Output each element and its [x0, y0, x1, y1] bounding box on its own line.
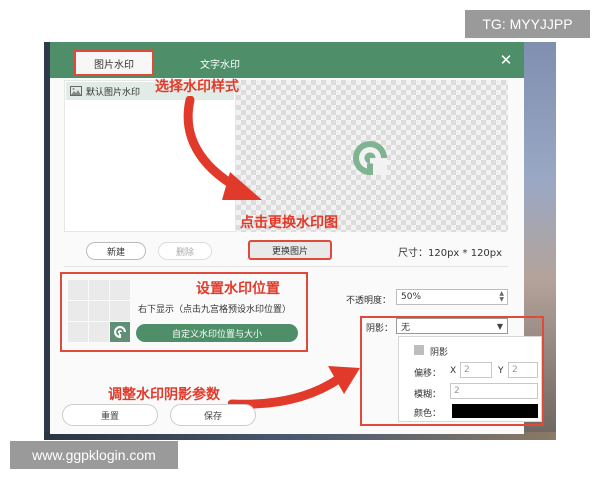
annotation-adjust-shadow: 调整水印阴影参数 [108, 387, 220, 403]
new-button[interactable]: 新建 [86, 242, 146, 260]
grid-cell[interactable] [110, 280, 130, 300]
overlay-telegram-label: TG: MYYJJPP [465, 10, 590, 38]
offset-y-value: 2 [512, 365, 518, 375]
watermark-logo-icon [353, 141, 387, 175]
annotation-arrow-icon [183, 96, 262, 200]
blur-label: 模糊： [414, 390, 442, 400]
offset-x-value: 2 [464, 365, 470, 375]
annotation-replace-image: 点击更换水印图 [240, 215, 338, 231]
watermark-logo-icon [114, 326, 126, 338]
grid-cell[interactable] [89, 280, 109, 300]
opacity-label: 不透明度： [346, 296, 392, 306]
offset-y-label: Y [498, 366, 504, 376]
close-icon[interactable]: ✕ [496, 50, 516, 70]
reset-button[interactable]: 重置 [62, 404, 158, 426]
grid-cell[interactable] [110, 301, 130, 321]
divider [64, 266, 508, 267]
grid-cell[interactable] [89, 322, 109, 342]
position-description: 右下显示（点击九宫格预设水印位置） [138, 305, 292, 315]
offset-label: 偏移： [414, 369, 442, 379]
overlay-site-label: www.ggpklogin.com [10, 441, 178, 469]
grid-cell-selected[interactable] [110, 322, 130, 342]
image-icon [70, 86, 82, 96]
color-label: 颜色： [414, 409, 442, 419]
spinner-icon[interactable]: ▲ ▼ [499, 291, 504, 303]
shadow-label: 阴影： [366, 324, 394, 334]
shadow-checkbox[interactable] [414, 345, 424, 355]
shadow-color-swatch[interactable] [452, 404, 538, 418]
offset-x-label: X [450, 366, 457, 376]
blur-input[interactable]: 2 [450, 383, 538, 399]
tab-text-watermark[interactable]: 文字水印 [180, 52, 260, 74]
opacity-field[interactable]: 50% ▲ ▼ [396, 289, 508, 305]
grid-cell[interactable] [68, 322, 88, 342]
shadow-select-value: 无 [401, 322, 411, 333]
save-button[interactable]: 保存 [170, 404, 256, 426]
annotation-select-style: 选择水印样式 [155, 79, 239, 95]
shadow-checkbox-label: 阴影 [430, 348, 449, 358]
custom-position-button[interactable]: 自定义水印位置与大小 [136, 324, 298, 342]
offset-x-input[interactable]: 2 [460, 362, 492, 378]
delete-button[interactable]: 删除 [158, 242, 212, 260]
replace-image-button[interactable]: 更换图片 [248, 240, 332, 260]
grid-cell[interactable] [68, 280, 88, 300]
chevron-down-icon[interactable]: ▼ [497, 322, 503, 331]
image-size-label: 尺寸：120px * 120px [398, 248, 503, 259]
annotation-set-position: 设置水印位置 [196, 281, 280, 297]
opacity-value: 50% [401, 292, 422, 302]
list-item-label: 默认图片水印 [86, 87, 141, 98]
position-grid [68, 280, 130, 342]
blur-value: 2 [454, 386, 460, 396]
shadow-select[interactable]: 无 ▼ [396, 318, 508, 334]
tab-image-watermark[interactable]: 图片水印 [74, 50, 154, 76]
grid-cell[interactable] [89, 301, 109, 321]
offset-y-input[interactable]: 2 [508, 362, 538, 378]
grid-cell[interactable] [68, 301, 88, 321]
